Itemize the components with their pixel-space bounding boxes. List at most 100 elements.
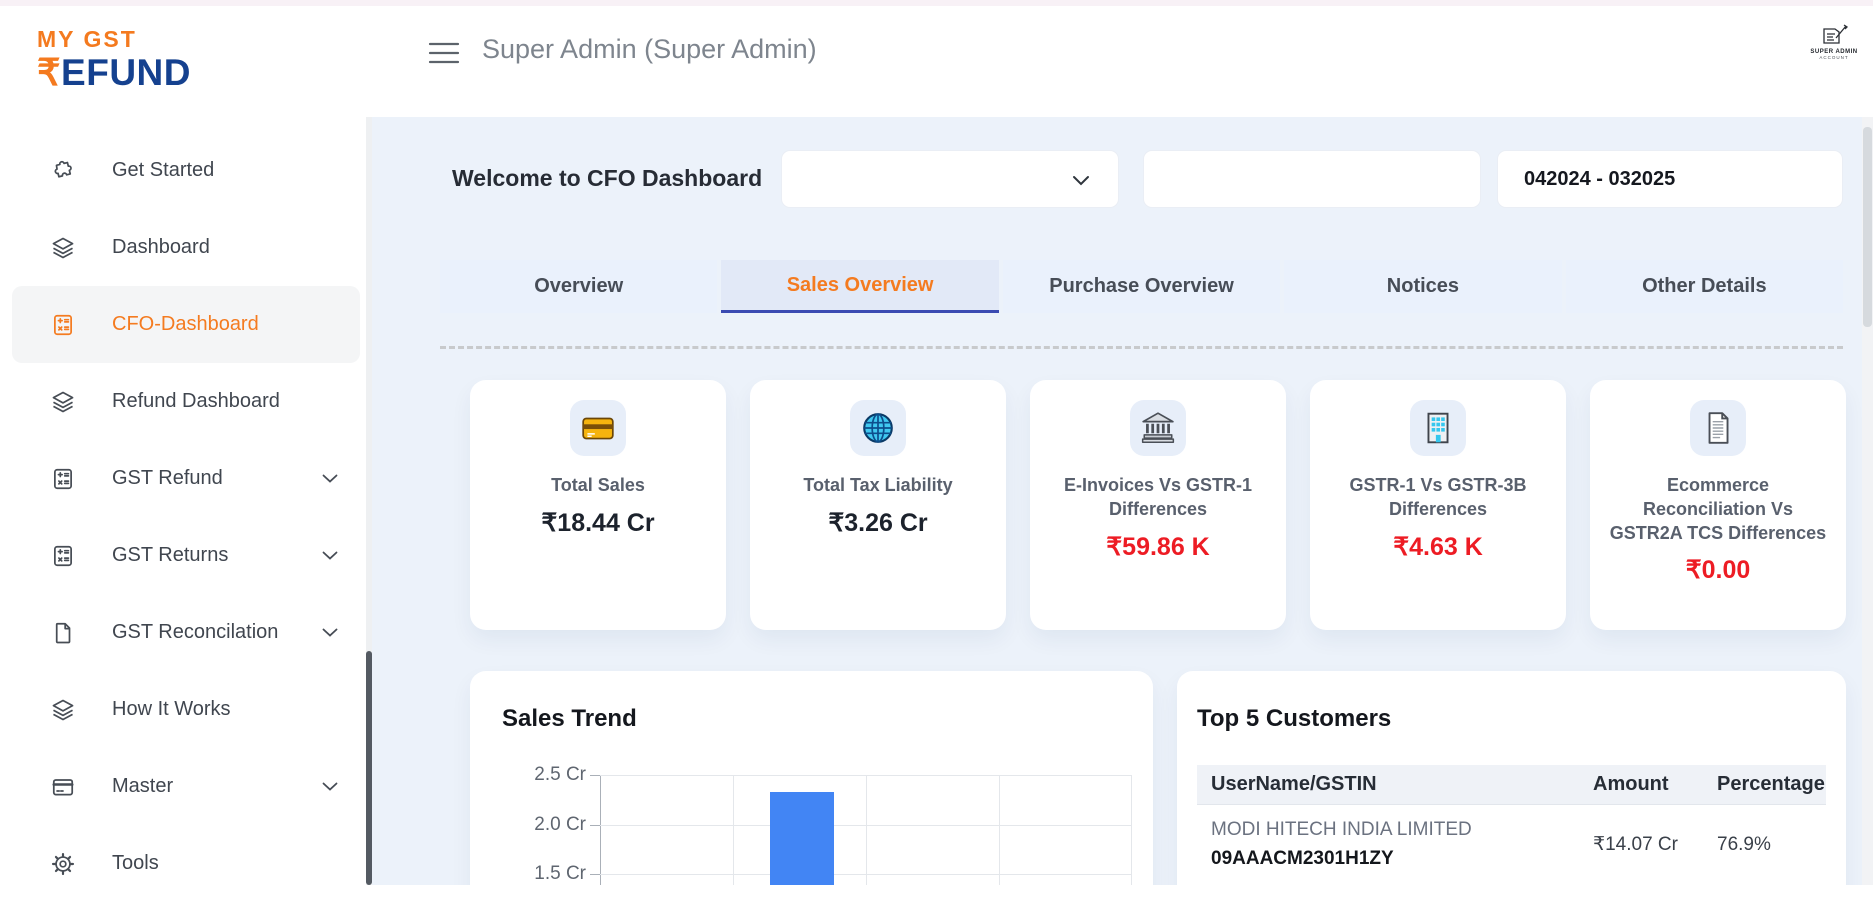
- credit-card-icon: [50, 774, 76, 800]
- layers-icon: [50, 235, 76, 261]
- sidebar-nav: Get Started Dashboard CFO-Dashboard Refu…: [0, 132, 366, 902]
- customer-amount: ₹14.07 Cr: [1593, 834, 1678, 855]
- account-badge[interactable]: SUPER ADMIN ACCOUNT: [1808, 24, 1860, 60]
- customer-name: MODI HITECH INDIA LIMITED: [1211, 819, 1472, 840]
- sidebar: Get Started Dashboard CFO-Dashboard Refu…: [0, 117, 372, 885]
- stat-card-title: Total Sales: [551, 475, 645, 495]
- top-customers-panel: Top 5 Customers UserName/GSTIN Amount Pe…: [1177, 671, 1846, 885]
- calculator-icon: [50, 466, 76, 492]
- calculator-icon: [50, 312, 76, 338]
- stat-card-ecommerce-reconciliation: Ecommerce Reconciliation Vs GSTR2A TCS D…: [1590, 380, 1846, 630]
- sidebar-item-dashboard[interactable]: Dashboard: [12, 209, 360, 286]
- main-content: Welcome to CFO Dashboard 042024 - 032025…: [372, 117, 1873, 885]
- column-header-username-gstin: UserName/GSTIN: [1211, 773, 1377, 795]
- y-axis-tick-label: 1.5 Cr: [534, 863, 586, 884]
- sales-trend-chart: [590, 775, 1132, 885]
- sidebar-item-cfo-dashboard[interactable]: CFO-Dashboard: [12, 286, 360, 363]
- top-customers-table: UserName/GSTIN Amount Percentage MODI HI…: [1197, 765, 1826, 885]
- table-header-row: UserName/GSTIN Amount Percentage: [1197, 765, 1826, 805]
- dashboard-filter-value: [782, 168, 808, 190]
- credit-card-icon: [570, 400, 626, 456]
- sidebar-item-label: Dashboard: [112, 236, 210, 258]
- sidebar-item-label: Tools: [112, 852, 159, 874]
- y-axis-tick-label: 2.0 Cr: [534, 814, 586, 835]
- gridline: [600, 775, 1132, 776]
- rupee-glyph: ₹: [37, 52, 62, 93]
- sidebar-item-label: Master: [112, 775, 174, 797]
- sidebar-item-get-started[interactable]: Get Started: [12, 132, 360, 209]
- column-header-amount: Amount: [1593, 773, 1669, 795]
- chevron-down-icon: [322, 474, 338, 483]
- sidebar-item-label: GST Returns: [112, 544, 229, 566]
- stat-card-gstr1-vs-gstr3b: GSTR-1 Vs GSTR-3B Differences ₹4.63 K: [1310, 380, 1566, 630]
- brand-logo: MY GST ₹EFUND: [37, 26, 191, 92]
- layers-icon: [50, 697, 76, 723]
- customer-percentage: 76.9%: [1717, 833, 1771, 855]
- brand-logo-bottom: ₹EFUND: [37, 54, 191, 91]
- chevron-down-icon: [322, 551, 338, 560]
- tab-other-details[interactable]: Other Details: [1565, 260, 1844, 313]
- stat-card-title: GSTR-1 Vs GSTR-3B Differences: [1349, 475, 1527, 519]
- y-axis-tick-label: 2.5 Cr: [534, 764, 586, 785]
- chevron-down-icon: [322, 628, 338, 637]
- stat-card-value: ₹59.86 K: [1106, 532, 1210, 561]
- sidebar-item-master[interactable]: Master: [12, 748, 360, 825]
- company-filter-field[interactable]: [1143, 150, 1481, 208]
- stat-card-title: Ecommerce Reconciliation Vs GSTR2A TCS D…: [1609, 475, 1827, 543]
- axis-tick: [590, 825, 600, 826]
- axis-tick: [590, 775, 600, 776]
- sidebar-scrollbar-thumb[interactable]: [366, 651, 372, 885]
- dashboard-filter-select[interactable]: [781, 150, 1119, 208]
- sidebar-item-label: Refund Dashboard: [112, 390, 280, 412]
- tab-overview[interactable]: Overview: [440, 260, 718, 313]
- page-scrollbar-thumb[interactable]: [1863, 127, 1872, 327]
- stat-card-title: E-Invoices Vs GSTR-1 Differences: [1063, 475, 1253, 519]
- account-badge-icon: [1823, 24, 1849, 44]
- gridline: [1131, 775, 1132, 885]
- table-row: MODI HITECH INDIA LIMITED 09AAACM2301H1Z…: [1197, 805, 1826, 885]
- sidebar-item-label: How It Works: [112, 698, 231, 720]
- sales-trend-bar: [770, 792, 834, 885]
- dashed-divider: [440, 346, 1843, 349]
- top-customers-title: Top 5 Customers: [1197, 705, 1392, 732]
- tab-notices[interactable]: Notices: [1284, 260, 1562, 313]
- brand-logo-top: MY GST: [37, 26, 137, 52]
- dashboard-tabs: Overview Sales Overview Purchase Overvie…: [440, 260, 1844, 313]
- chevron-down-icon: [322, 782, 338, 791]
- gridline: [600, 874, 1132, 875]
- sales-trend-panel: Sales Trend 2.5 Cr 2.0 Cr 1.5 Cr: [470, 671, 1153, 885]
- column-header-percentage: Percentage: [1717, 773, 1825, 795]
- gridline: [999, 775, 1000, 885]
- financial-year-field[interactable]: 042024 - 032025: [1497, 150, 1843, 208]
- gear-icon: [50, 851, 76, 877]
- tab-purchase-overview[interactable]: Purchase Overview: [1002, 260, 1281, 313]
- puzzle-icon: [50, 158, 76, 184]
- stat-card-value: ₹4.63 K: [1393, 532, 1483, 561]
- sidebar-item-label: GST Reconcilation: [112, 621, 279, 643]
- gridline: [866, 775, 867, 885]
- stat-card-value: ₹18.44 Cr: [541, 508, 655, 537]
- stat-card-total-tax-liability: Total Tax Liability ₹3.26 Cr: [750, 380, 1006, 630]
- page-title: Super Admin (Super Admin): [482, 34, 817, 64]
- sidebar-item-label: Get Started: [112, 159, 215, 181]
- office-building-icon: [1410, 400, 1466, 456]
- sidebar-item-gst-returns[interactable]: GST Returns: [12, 517, 360, 594]
- sidebar-item-tools[interactable]: Tools: [12, 825, 360, 902]
- company-filter-value: [1144, 168, 1170, 190]
- sidebar-item-how-it-works[interactable]: How It Works: [12, 671, 360, 748]
- stat-card-total-sales: Total Sales ₹18.44 Cr: [470, 380, 726, 630]
- window-top-strip: [0, 0, 1873, 6]
- chevron-down-icon: [1072, 175, 1090, 186]
- sidebar-item-refund-dashboard[interactable]: Refund Dashboard: [12, 363, 360, 440]
- y-axis-line: [600, 775, 601, 885]
- welcome-heading: Welcome to CFO Dashboard: [452, 165, 763, 191]
- page-scrollbar-track[interactable]: [1862, 117, 1873, 885]
- sidebar-item-gst-refund[interactable]: GST Refund: [12, 440, 360, 517]
- sidebar-item-label: GST Refund: [112, 467, 223, 489]
- tab-sales-overview[interactable]: Sales Overview: [721, 260, 999, 313]
- sidebar-item-gst-reconcilation[interactable]: GST Reconcilation: [12, 594, 360, 671]
- stat-card-value: ₹0.00: [1685, 556, 1751, 585]
- hamburger-menu-icon[interactable]: [427, 40, 461, 66]
- stat-cards-row: Total Sales ₹18.44 Cr Total Tax Liabilit…: [470, 380, 1846, 630]
- stat-card-value: ₹3.26 Cr: [828, 508, 928, 537]
